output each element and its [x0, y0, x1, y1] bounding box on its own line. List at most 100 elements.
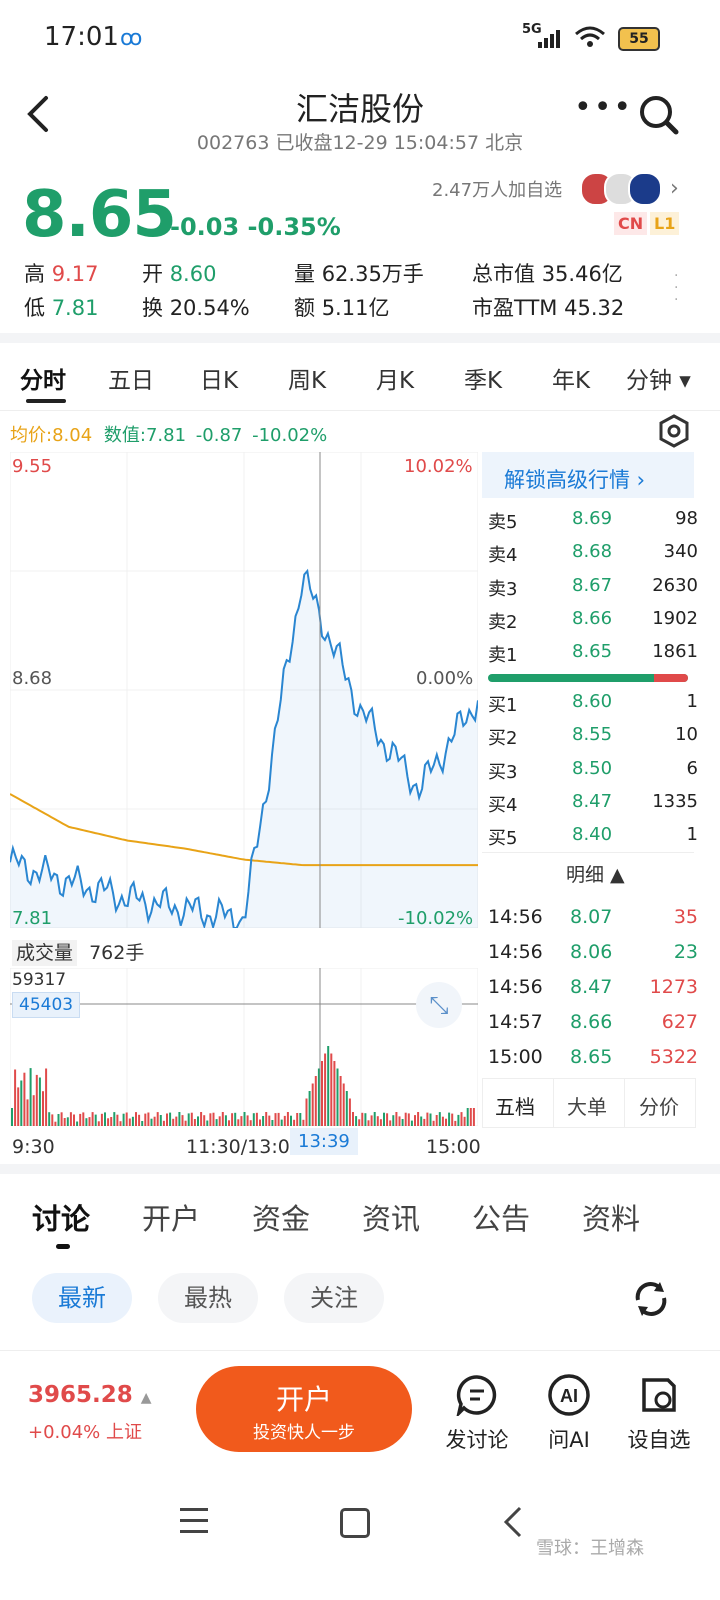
tick-time: 14:56: [488, 976, 543, 998]
current-price: 8.65: [22, 178, 177, 252]
tab-weekly-k[interactable]: 周K: [288, 361, 326, 395]
tab-price-distribution[interactable]: 分价: [639, 1091, 679, 1120]
volume-bar: [228, 1120, 230, 1126]
app-notification-icon: ꝏ: [120, 26, 143, 51]
ask-row[interactable]: 卖1 8.65 1861: [488, 635, 698, 668]
high-stat: 高 9.17: [24, 262, 99, 286]
volume-bar: [268, 1115, 271, 1126]
expand-icon[interactable]: · · ·: [674, 269, 680, 307]
volume-bar: [271, 1120, 274, 1126]
filter-latest[interactable]: 最新: [32, 1273, 132, 1323]
tick-time: 14:57: [488, 1011, 543, 1033]
bid-row[interactable]: 买5 8.40 1: [488, 818, 698, 851]
intraday-price-chart[interactable]: [10, 452, 478, 928]
tab-five-levels[interactable]: 五档: [495, 1091, 535, 1120]
volume-bar: [358, 1119, 361, 1126]
watcher-avatars[interactable]: [580, 172, 662, 206]
y-bottom-price: 7.81: [12, 908, 53, 929]
volume-bar: [283, 1115, 286, 1126]
tab-profile[interactable]: 资料: [582, 1196, 640, 1238]
comment-icon[interactable]: [456, 1374, 498, 1416]
chevron-right-icon[interactable]: ›: [670, 176, 679, 201]
volume-bar: [76, 1121, 79, 1126]
more-icon[interactable]: •••: [574, 90, 633, 125]
volume-bar: [432, 1120, 435, 1126]
tab-5day[interactable]: 五日: [108, 361, 154, 395]
volume-bar: [370, 1115, 373, 1126]
search-icon[interactable]: [638, 94, 680, 136]
volume-bar: [66, 1117, 69, 1126]
ask-row[interactable]: 卖3 8.67 2630: [488, 569, 698, 602]
filter-following[interactable]: 关注: [284, 1273, 384, 1323]
bid-row[interactable]: 买2 8.55 10: [488, 718, 698, 751]
volume-bar: [221, 1112, 224, 1126]
volume-bar: [454, 1120, 457, 1126]
volume-bar: [259, 1119, 261, 1126]
turnover-stat: 换 20.54%: [142, 296, 250, 320]
ask-ai-button[interactable]: 问AI: [524, 1424, 614, 1454]
order-ratio-sell: [654, 674, 688, 682]
open-stat: 开 8.60: [142, 262, 217, 286]
tab-monthly-k[interactable]: 月K: [376, 361, 414, 395]
volume-bar: [308, 1091, 311, 1126]
volume-bar: [94, 1114, 97, 1126]
tab-big-orders[interactable]: 大单: [567, 1091, 607, 1120]
tab-intraday[interactable]: 分时: [20, 361, 66, 395]
tab-funds[interactable]: 资金: [252, 1196, 310, 1238]
ask-row[interactable]: 卖2 8.66 1902: [488, 602, 698, 635]
volume-bar: [262, 1116, 265, 1126]
volume-bar: [116, 1114, 119, 1126]
set-watchlist-button[interactable]: 设自选: [614, 1424, 704, 1454]
volume-bar: [32, 1095, 35, 1126]
bid-row[interactable]: 买1 8.60 1: [488, 685, 698, 718]
ai-icon[interactable]: AI: [547, 1373, 591, 1417]
bid-row[interactable]: 买3 8.50 6: [488, 752, 698, 785]
ask-row[interactable]: 卖5 8.69 98: [488, 502, 698, 535]
tab-open-account[interactable]: 开户: [142, 1196, 200, 1238]
volume-bar: [299, 1113, 302, 1126]
post-discussion-button[interactable]: 发讨论: [432, 1424, 522, 1454]
refresh-icon[interactable]: [630, 1278, 672, 1320]
tab-news[interactable]: 资讯: [362, 1196, 420, 1238]
volume-bar: [73, 1114, 75, 1126]
tab-daily-k[interactable]: 日K: [200, 361, 238, 395]
tab-indicator: [26, 399, 66, 403]
cursor-change: -0.87: [195, 425, 243, 446]
add-watchlist-icon[interactable]: [638, 1374, 680, 1416]
volume-bar: [314, 1076, 317, 1126]
settings-icon[interactable]: [658, 414, 690, 448]
volume-bar: [91, 1112, 94, 1126]
volume-chart[interactable]: [10, 968, 478, 1126]
index-value[interactable]: 3965.28 ▲: [28, 1382, 152, 1408]
volume-bar: [469, 1108, 472, 1126]
back-nav-icon[interactable]: [500, 1504, 524, 1540]
expand-chart-icon[interactable]: ⤡: [416, 982, 462, 1028]
filter-hot[interactable]: 最热: [158, 1273, 258, 1323]
volume-bar: [69, 1112, 72, 1126]
unlock-advanced-quotes[interactable]: 解锁高级行情 ›: [482, 452, 694, 498]
volume-cursor-label: 45403: [12, 992, 81, 1018]
watch-count[interactable]: 2.47万人加自选: [432, 176, 562, 202]
ask-row[interactable]: 卖4 8.68 340: [488, 535, 698, 568]
volume-bar: [218, 1116, 221, 1126]
bid-row[interactable]: 买4 8.47 1335: [488, 785, 698, 818]
volume-bar: [29, 1068, 32, 1126]
tab-discussion[interactable]: 讨论: [32, 1196, 90, 1238]
home-nav-icon[interactable]: [340, 1508, 370, 1538]
order-label: 卖5: [488, 512, 518, 533]
tab-minute[interactable]: 分钟 ▾: [626, 361, 691, 395]
tab-yearly-k[interactable]: 年K: [552, 361, 590, 395]
volume-bar: [383, 1112, 385, 1126]
order-volume: 1: [686, 691, 698, 712]
open-account-button[interactable]: 开户 投资快人一步: [196, 1366, 412, 1452]
order-volume: 1: [686, 824, 698, 846]
volume-max: 59317: [12, 970, 67, 990]
menu-nav-icon[interactable]: [180, 1508, 208, 1533]
tab-quarterly-k[interactable]: 季K: [464, 361, 502, 395]
order-volume: 10: [675, 724, 698, 746]
volume-bar: [187, 1113, 190, 1126]
volume-bar: [193, 1119, 196, 1126]
tab-announcements[interactable]: 公告: [472, 1196, 530, 1238]
volume-bar: [51, 1114, 54, 1126]
detail-toggle[interactable]: 明细 ▲: [566, 860, 625, 887]
